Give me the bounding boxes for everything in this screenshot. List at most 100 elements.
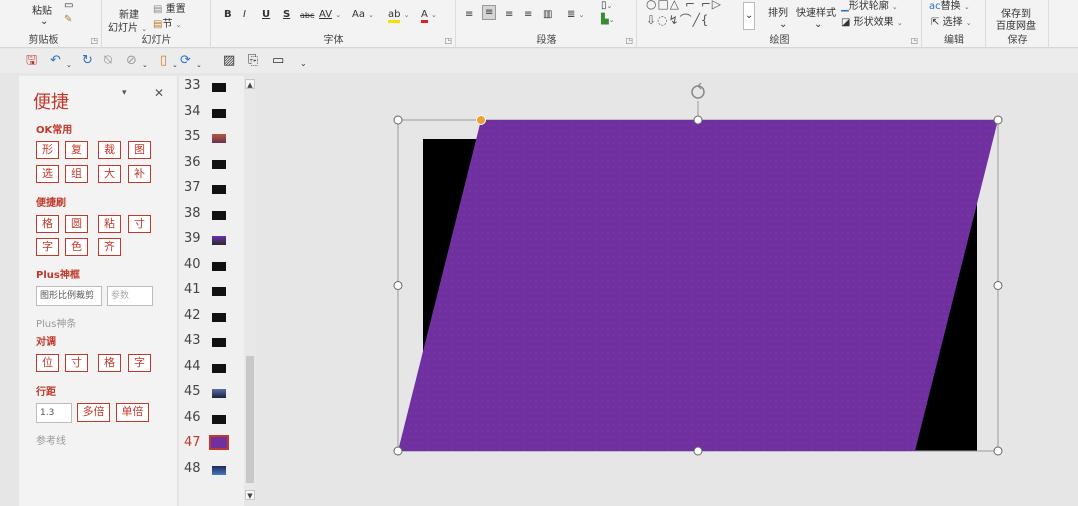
- slide-thumbnail-43[interactable]: 43: [179, 331, 244, 357]
- align-left-icon[interactable]: ≡: [465, 9, 473, 20]
- close-icon[interactable]: ✕: [154, 86, 164, 100]
- strikethrough-button[interactable]: abc: [300, 11, 314, 20]
- ok-button-5[interactable]: 选: [36, 165, 59, 183]
- save-icon[interactable]: 🖫: [26, 53, 37, 68]
- slide-thumbnail-37[interactable]: 37: [179, 178, 244, 204]
- plus-frame-param-input[interactable]: 参数: [107, 286, 153, 306]
- quick-styles-button[interactable]: 快速样式: [796, 4, 836, 19]
- slide-thumbnail-35[interactable]: 35: [179, 127, 244, 153]
- textbox-icon[interactable]: ▭: [272, 53, 284, 68]
- shadow-button[interactable]: S: [283, 9, 290, 20]
- shape-outline-button[interactable]: ▁形状轮廓 ⌄: [841, 0, 898, 12]
- paste-dropdown-icon[interactable]: ⌄: [40, 16, 48, 27]
- shapes-gallery-more-icon[interactable]: ⌄: [743, 2, 756, 30]
- slide-thumbnail-46[interactable]: 46: [179, 408, 244, 434]
- font-launcher-icon[interactable]: ◳: [444, 36, 452, 45]
- slide-thumbnail-34[interactable]: 34: [179, 102, 244, 128]
- paragraph-launcher-icon[interactable]: ◳: [625, 36, 633, 45]
- slide-thumbnail-33[interactable]: 33: [179, 76, 244, 102]
- effects-dropdown-icon[interactable]: ⌄: [196, 58, 202, 73]
- redo-icon[interactable]: ↻: [82, 53, 93, 68]
- resize-handle[interactable]: [693, 446, 703, 456]
- slide-thumbnail-40[interactable]: 40: [179, 255, 244, 281]
- brush-button-4[interactable]: 寸: [128, 215, 151, 233]
- align-center-icon[interactable]: ≡: [482, 5, 497, 20]
- brush-button-7[interactable]: 齐: [98, 238, 121, 256]
- shape-icon[interactable]: ⊘: [126, 53, 137, 68]
- brush-button-2[interactable]: 圆: [65, 215, 88, 233]
- slide-thumbnail-36[interactable]: 36: [179, 153, 244, 179]
- line-spacing-input[interactable]: 1.3: [36, 403, 72, 423]
- resize-handle[interactable]: [393, 281, 403, 290]
- resize-handle[interactable]: [993, 446, 1003, 456]
- slide-thumbnail-44[interactable]: 44: [179, 357, 244, 383]
- slide-thumbnail-48[interactable]: 48: [179, 459, 244, 485]
- highlight-button[interactable]: ab ⌄: [388, 9, 410, 23]
- brush-button-6[interactable]: 色: [65, 238, 88, 256]
- arrange-button[interactable]: 排列: [768, 4, 788, 19]
- ok-button-3[interactable]: 裁: [98, 141, 121, 159]
- section-button[interactable]: ▤节 ⌄: [153, 15, 182, 30]
- shape-dropdown-icon[interactable]: ⌄: [142, 58, 148, 73]
- convert-smartart-icon[interactable]: ▙⌄: [601, 14, 615, 25]
- columns-icon[interactable]: ≣ ⌄: [567, 9, 584, 20]
- resize-handle[interactable]: [393, 115, 403, 125]
- scroll-up-icon[interactable]: ▲: [245, 79, 255, 89]
- resize-handle[interactable]: [993, 281, 1003, 290]
- slide-thumbnail-38[interactable]: 38: [179, 204, 244, 230]
- resize-handle[interactable]: [393, 446, 403, 456]
- scrollbar-thumb[interactable]: [246, 356, 254, 483]
- screenshot-icon[interactable]: ⎘: [248, 53, 258, 68]
- shapes-gallery-row1[interactable]: ○□△ ⌐ ⌐▷: [646, 0, 722, 11]
- paste-button[interactable]: 粘贴: [32, 2, 52, 17]
- brush-button-5[interactable]: 字: [36, 238, 59, 256]
- char-spacing-button[interactable]: AV ⌄: [319, 9, 341, 20]
- reset-button[interactable]: ▤ 重置: [153, 0, 186, 15]
- align-button-1[interactable]: 位: [36, 354, 59, 372]
- distributed-icon[interactable]: ▥: [543, 9, 552, 20]
- ok-button-1[interactable]: 形: [36, 141, 59, 159]
- ok-button-6[interactable]: 组: [65, 165, 88, 183]
- text-direction-icon[interactable]: ▯⌄: [601, 0, 612, 11]
- ok-button-4[interactable]: 图: [128, 141, 151, 159]
- clipboard-launcher-icon[interactable]: ◳: [90, 36, 98, 45]
- brush-button-3[interactable]: 粘: [98, 215, 121, 233]
- resize-handle[interactable]: [993, 115, 1003, 125]
- bold-button[interactable]: B: [224, 9, 232, 20]
- ok-button-7[interactable]: 大: [98, 165, 121, 183]
- select-button[interactable]: ⇱ 选择 ⌄: [931, 13, 972, 28]
- undo-dropdown-icon[interactable]: ⌄: [66, 58, 72, 73]
- shape-effects-button[interactable]: ◪ 形状效果 ⌄: [841, 13, 903, 28]
- slide-thumbnail-47[interactable]: 47: [179, 433, 244, 459]
- font-color-button[interactable]: A ⌄: [421, 9, 437, 23]
- align-button-3[interactable]: 格: [98, 354, 121, 372]
- format-painter-icon[interactable]: ✎: [64, 14, 72, 25]
- fill-dropdown-icon[interactable]: ⌄: [172, 58, 178, 73]
- panel-menu-chevron-icon[interactable]: ▾: [122, 88, 127, 98]
- slide-thumbnail-41[interactable]: 41: [179, 280, 244, 306]
- undo-icon[interactable]: ↶: [50, 53, 61, 68]
- align-button-2[interactable]: 寸: [65, 354, 88, 372]
- line-spacing-multi-button[interactable]: 多倍: [77, 403, 110, 422]
- shapes-gallery-row2[interactable]: ⇩◌↯⌒╱{: [646, 11, 709, 28]
- underline-button[interactable]: U: [262, 9, 270, 20]
- slide-thumbnail-45[interactable]: 45: [179, 382, 244, 408]
- replace-button[interactable]: ac替换 ⌄: [929, 0, 970, 12]
- justify-icon[interactable]: ≡: [524, 9, 532, 20]
- change-case-button[interactable]: Aa ⌄: [352, 9, 374, 20]
- slide-list-scrollbar[interactable]: ▲ ▼: [244, 78, 256, 501]
- copy-icon[interactable]: ▭: [64, 0, 73, 11]
- fill-icon[interactable]: ▯: [160, 53, 167, 68]
- resize-handle[interactable]: [693, 115, 703, 125]
- adjust-handle-yellow[interactable]: [476, 115, 486, 125]
- ok-button-2[interactable]: 复: [65, 141, 88, 159]
- align-right-icon[interactable]: ≡: [505, 9, 513, 20]
- scroll-down-icon[interactable]: ▼: [245, 490, 255, 500]
- italic-button[interactable]: I: [243, 9, 246, 20]
- slide-thumbnail-39[interactable]: 39: [179, 229, 244, 255]
- customize-qat-icon[interactable]: ⌄: [300, 56, 307, 71]
- plus-frame-select[interactable]: 图形比例裁剪: [36, 286, 102, 306]
- brush-button-1[interactable]: 格: [36, 215, 59, 233]
- effects-icon[interactable]: ⟳: [180, 53, 191, 68]
- rotate-handle-icon[interactable]: [691, 82, 705, 99]
